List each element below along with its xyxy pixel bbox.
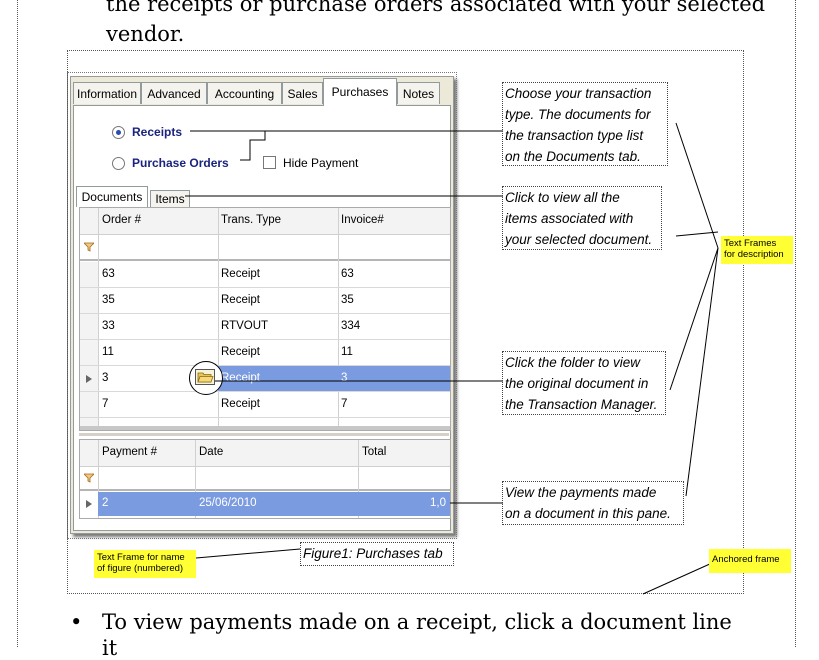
leader-tf-3 bbox=[669, 247, 719, 391]
callout-line: the transaction type list bbox=[505, 128, 644, 143]
callout-line: your selected document. bbox=[505, 232, 653, 247]
figure-caption: Figure1: Purchases tab bbox=[300, 542, 454, 566]
callout-line: type. The documents for bbox=[505, 107, 651, 122]
callout-line: on a document in this pane. bbox=[505, 506, 671, 521]
note-line: Text Frames bbox=[724, 238, 777, 249]
leader-tf-2 bbox=[675, 231, 719, 237]
leader-purchase-orders bbox=[240, 131, 266, 161]
note-text-frames: Text Frames for description bbox=[721, 236, 793, 264]
callout-line: Click the folder to view bbox=[505, 355, 641, 370]
callout-line: Click to view all the bbox=[505, 190, 620, 205]
callout-payments: View the payments made on a document in … bbox=[502, 481, 684, 525]
bullet-symbol: • bbox=[70, 610, 83, 634]
tab-purchases[interactable]: Purchases bbox=[323, 78, 397, 106]
note-figure-name: Text Frame for name of figure (numbered) bbox=[94, 550, 196, 578]
body-text-bottom: To view payments made on a receipt, clic… bbox=[102, 610, 732, 634]
note-line: for description bbox=[724, 249, 784, 260]
callout-line: items associated with bbox=[505, 211, 634, 226]
callout-folder: Click the folder to view the original do… bbox=[502, 351, 666, 415]
note-line: of figure (numbered) bbox=[97, 563, 184, 574]
callout-line: on the Documents tab. bbox=[505, 149, 641, 164]
leader-anchored bbox=[642, 562, 713, 595]
body-text-bottom-cut: it bbox=[102, 636, 118, 660]
note-anchored-frame: Anchored frame bbox=[709, 549, 791, 573]
callout-line: the original document in bbox=[505, 376, 649, 391]
leader-figure-name bbox=[195, 548, 301, 559]
callout-line: View the payments made bbox=[505, 485, 657, 500]
note-line: Text Frame for name bbox=[97, 552, 185, 563]
leader-tf-1 bbox=[675, 122, 719, 249]
callout-transaction-type: Choose your transaction type. The docume… bbox=[502, 82, 668, 166]
leader-tf-4 bbox=[685, 247, 719, 497]
callout-items: Click to view all the items associated w… bbox=[502, 186, 662, 250]
callout-line: the Transaction Manager. bbox=[505, 397, 658, 412]
callout-line: Choose your transaction bbox=[505, 86, 652, 101]
